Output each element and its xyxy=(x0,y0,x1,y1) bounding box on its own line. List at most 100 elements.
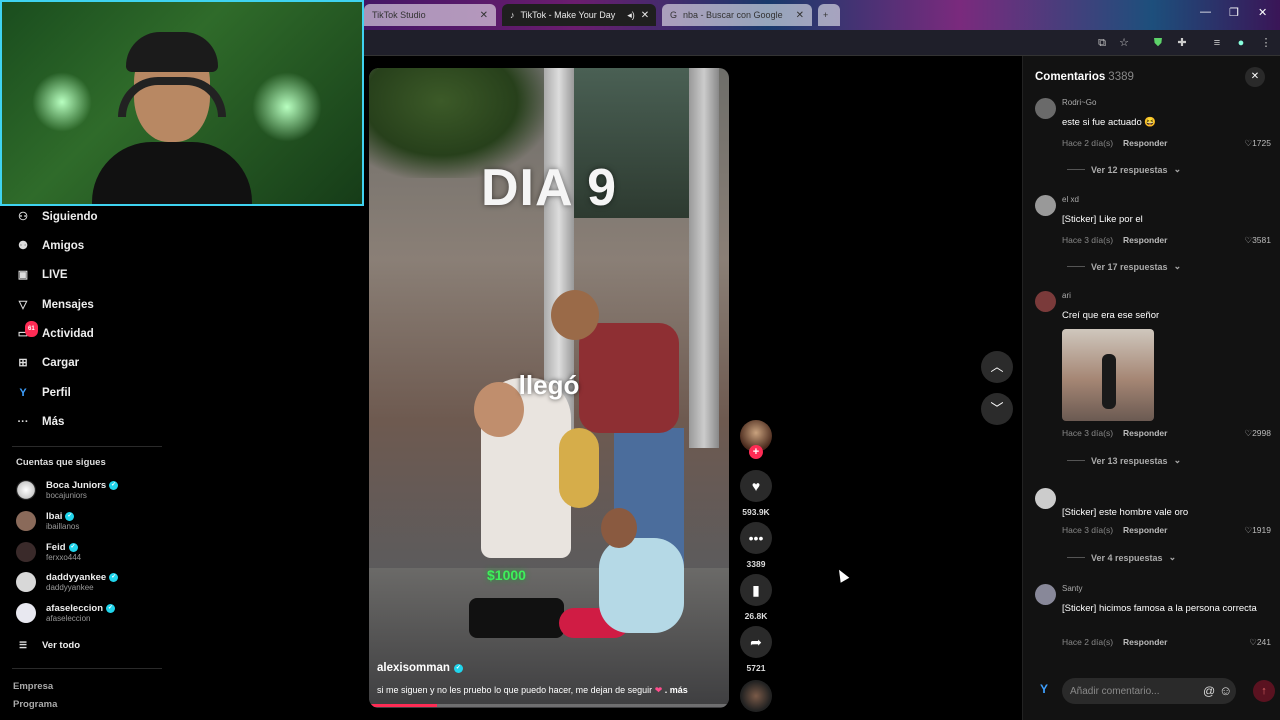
video-player[interactable]: DIA 9 llegó $1000 alexisomman ✓ si me si… xyxy=(369,68,729,708)
comment-like-count: 241 xyxy=(1256,637,1271,647)
view-replies-button[interactable]: Ver 13 respuestas ⌄ xyxy=(1067,455,1181,466)
avatar xyxy=(16,511,36,531)
video-caption: si me siguen y no les pruebo lo que pued… xyxy=(377,685,688,696)
close-tab-icon[interactable]: ✕ xyxy=(641,10,649,21)
comment-text: Creí que era ese señor xyxy=(1062,310,1160,321)
profile-avatar-icon[interactable]: ● xyxy=(1233,35,1249,51)
tiktok-logo-icon: ♪ xyxy=(510,10,515,20)
next-video-button[interactable]: ﹀ xyxy=(981,393,1013,425)
menu-kebab-icon[interactable]: ⋮ xyxy=(1258,35,1274,51)
sidebar-item-label: Siguiendo xyxy=(42,211,98,223)
bookmark-star-icon[interactable]: ☆ xyxy=(1116,35,1132,51)
comment-likes[interactable]: ♡1919 xyxy=(1244,525,1271,536)
view-replies-button[interactable]: Ver 12 respuestas ⌄ xyxy=(1067,164,1181,175)
video-author[interactable]: alexisomman ✓ xyxy=(377,662,463,674)
reply-button[interactable]: Responder xyxy=(1123,235,1167,245)
tab-tiktok-studio[interactable]: TikTok Studio ✕ xyxy=(364,4,496,26)
light-glow xyxy=(252,72,322,142)
new-tab-button[interactable]: + xyxy=(818,4,840,26)
close-tab-icon[interactable]: ✕ xyxy=(480,10,488,21)
mention-icon[interactable]: @ xyxy=(1203,684,1215,698)
like-button[interactable]: ♥ xyxy=(740,470,772,502)
shield-extension-icon[interactable]: ⛊ xyxy=(1150,35,1166,51)
tab-tiktok[interactable]: ♪ TikTok - Make Your Day ◂) ✕ xyxy=(502,4,656,26)
comment-likes[interactable]: ♡3581 xyxy=(1244,235,1271,246)
footer-link-company[interactable]: Empresa xyxy=(13,681,53,692)
close-comments-button[interactable]: ✕ xyxy=(1245,67,1265,87)
avatar xyxy=(16,480,36,500)
sidebar-item-more[interactable]: ··· Más xyxy=(16,415,65,429)
comment-time: Hace 2 día(s) xyxy=(1062,637,1114,647)
comment-item: ari Creí que era ese señor Hace 3 día(s)… xyxy=(1035,291,1271,469)
tab-google-search[interactable]: G nba - Buscar con Google ✕ xyxy=(662,4,812,26)
reply-button[interactable]: Responder xyxy=(1123,138,1167,148)
see-all-link[interactable]: ☰ Ver todo xyxy=(16,638,80,652)
sidebar-item-upload[interactable]: ⊞ Cargar xyxy=(16,356,79,370)
caption-more-link[interactable]: . más xyxy=(665,685,688,695)
sidebar-item-friends[interactable]: ⚉ Amigos xyxy=(16,239,84,253)
account-name: afaseleccion xyxy=(46,603,104,614)
window-close-icon[interactable]: ✕ xyxy=(1258,6,1267,19)
comment-user[interactable]: Rodri~Go xyxy=(1062,98,1096,107)
avatar[interactable] xyxy=(1035,584,1056,605)
chevron-down-icon: ⌄ xyxy=(1168,552,1177,562)
followed-account[interactable]: Ibai ✓ ibaillanos xyxy=(16,511,79,531)
following-icon: ⚇ xyxy=(18,211,28,223)
comment-text: [Sticker] Like por el xyxy=(1062,214,1143,225)
comment-time: Hace 2 día(s) xyxy=(1062,138,1114,148)
reply-button[interactable]: Responder xyxy=(1123,637,1167,647)
restore-icon[interactable]: ❐ xyxy=(1229,6,1239,19)
followed-account[interactable]: daddyyankee ✓ daddyyankee xyxy=(16,572,119,592)
sidebar-item-live[interactable]: ▣ LIVE xyxy=(16,268,68,282)
sidebar-item-activity[interactable]: ▭ 61 Actividad xyxy=(16,321,94,341)
comment-user[interactable]: Santy xyxy=(1062,584,1082,593)
left-sidebar: ⚇ Siguiendo ⚉ Amigos ▣ LIVE ▽ Mensajes ▭… xyxy=(0,206,170,720)
comment-item: el xd [Sticker] Like por el Hace 3 día(s… xyxy=(1035,195,1271,275)
verified-icon: ✓ xyxy=(65,512,75,521)
comment-likes[interactable]: ♡241 xyxy=(1249,637,1271,648)
sidebar-item-profile[interactable]: Y Perfil xyxy=(16,386,70,400)
view-replies-button[interactable]: Ver 17 respuestas ⌄ xyxy=(1067,261,1181,272)
avatar[interactable] xyxy=(1035,488,1056,509)
sidebar-item-following[interactable]: ⚇ Siguiendo xyxy=(16,210,98,224)
verified-icon: ✓ xyxy=(106,604,116,613)
avatar[interactable] xyxy=(1035,98,1056,119)
avatar[interactable] xyxy=(1035,195,1056,216)
close-tab-icon[interactable]: ✕ xyxy=(796,10,804,21)
sidebar-item-messages[interactable]: ▽ Mensajes xyxy=(16,298,94,312)
activity-icon: ▭ 61 xyxy=(16,321,38,341)
reply-button[interactable]: Responder xyxy=(1123,428,1167,438)
install-app-icon[interactable]: ⧉ xyxy=(1094,35,1110,51)
comment-like-count: 2998 xyxy=(1252,428,1271,438)
comment-user[interactable]: ari xyxy=(1062,291,1071,300)
comment-button[interactable]: ••• xyxy=(740,522,772,554)
comment-user[interactable]: el xd xyxy=(1062,195,1079,204)
share-count: 5721 xyxy=(746,663,766,673)
save-button[interactable]: ▮ xyxy=(740,574,772,606)
like-count: 593.9K xyxy=(742,507,770,517)
followed-account[interactable]: afaseleccion ✓ afaseleccion xyxy=(16,603,116,623)
followed-account[interactable]: Feid ✓ ferxxo444 xyxy=(16,542,81,562)
avatar[interactable] xyxy=(1035,291,1056,312)
followed-account[interactable]: Boca Juniors ✓ bocajuniors xyxy=(16,480,119,500)
follow-plus-icon[interactable]: + xyxy=(749,445,763,459)
view-replies-button[interactable]: Ver 4 respuestas ⌄ xyxy=(1067,552,1176,563)
comment-item: [Sticker] este hombre vale oro Hace 3 dí… xyxy=(1035,488,1271,568)
share-button[interactable]: ➦ xyxy=(740,626,772,658)
comment-likes[interactable]: ♡2998 xyxy=(1244,428,1271,439)
emoji-icon[interactable]: ☺ xyxy=(1219,683,1232,698)
minimize-icon[interactable]: — xyxy=(1200,6,1211,18)
comment-text: [Sticker] hicimos famosa a la persona co… xyxy=(1062,603,1257,614)
footer-link-program[interactable]: Programa xyxy=(13,699,57,710)
reply-button[interactable]: Responder xyxy=(1123,525,1167,535)
video-progress-bar[interactable] xyxy=(369,704,729,707)
comment-likes[interactable]: ♡1725 xyxy=(1244,138,1271,149)
previous-video-button[interactable]: ︿ xyxy=(981,351,1013,383)
extensions-icon[interactable]: ✚ xyxy=(1174,35,1190,51)
media-queue-icon[interactable]: ≡ xyxy=(1209,35,1225,51)
comment-image[interactable] xyxy=(1062,329,1154,421)
notification-badge: 61 xyxy=(25,321,38,337)
send-comment-button[interactable]: ↑ xyxy=(1253,680,1275,702)
speaker-icon[interactable]: ◂) xyxy=(627,10,635,21)
music-disc-icon[interactable] xyxy=(740,680,772,712)
